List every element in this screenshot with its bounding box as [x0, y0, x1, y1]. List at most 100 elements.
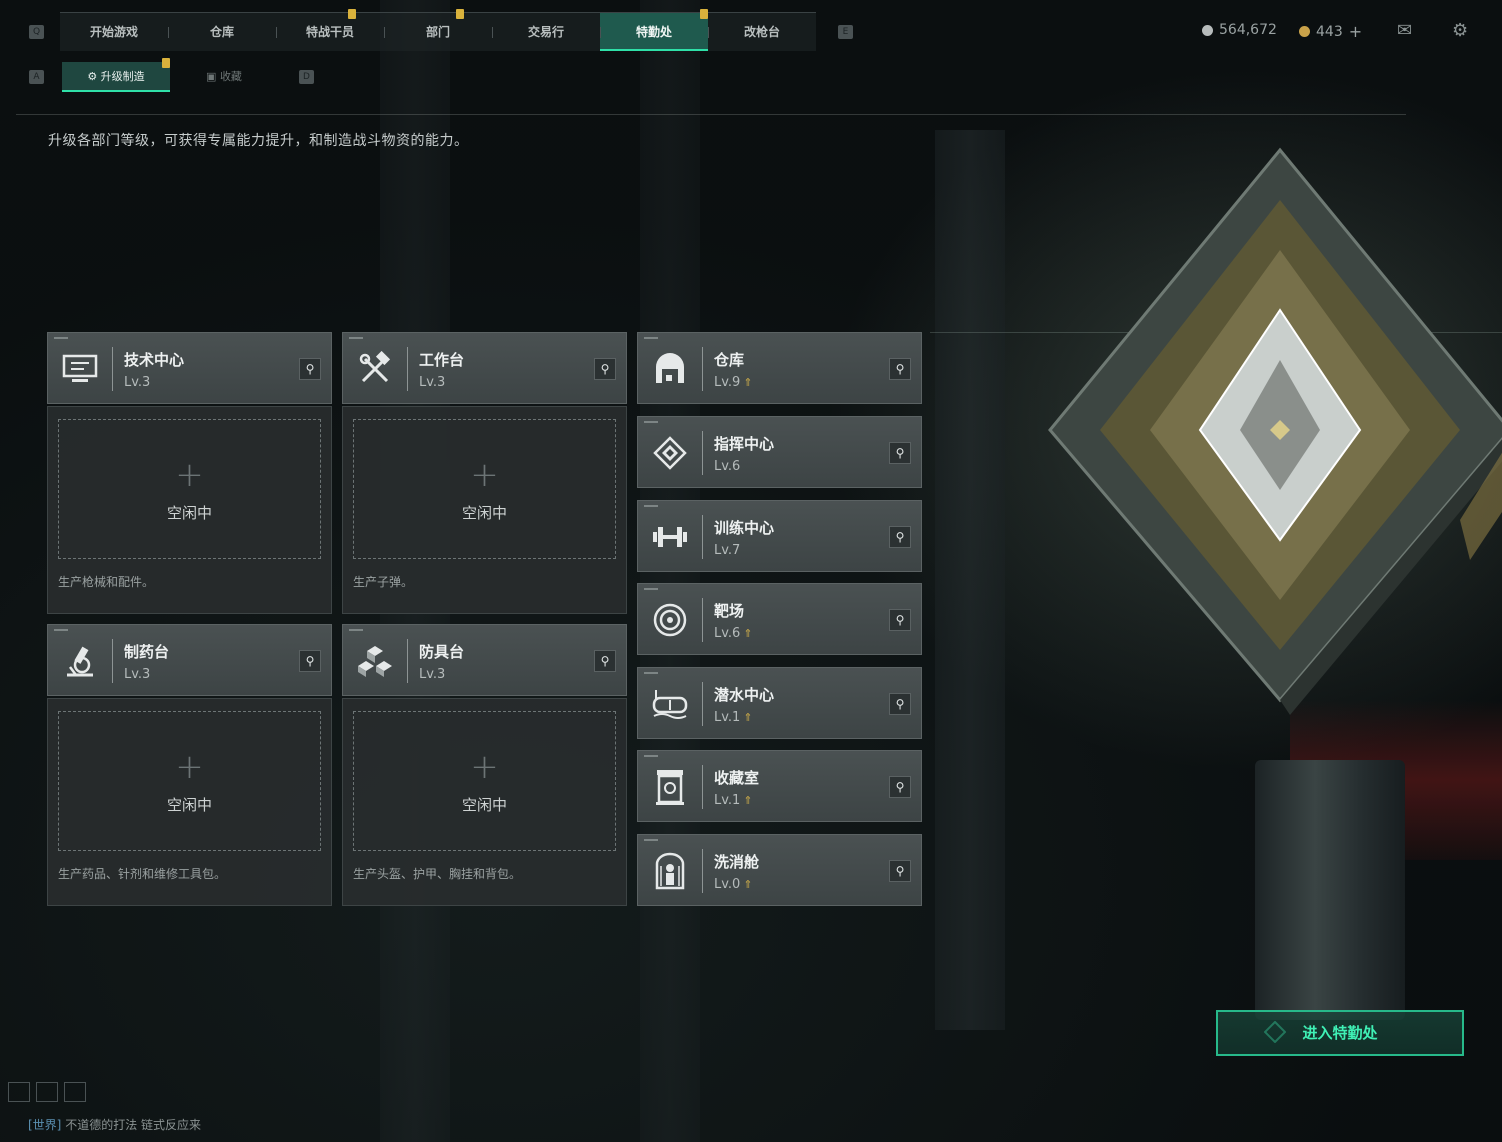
facility-card-warehouse[interactable]: 仓库 Lv.9 ⇑ ⚲	[637, 332, 922, 404]
plus-icon: +	[470, 747, 499, 787]
chat-line[interactable]: [世界] 不道德的打法 链式反应来	[28, 1116, 201, 1133]
silver-amount: 564,672	[1219, 22, 1277, 38]
gear-icon[interactable]: ⚙	[1452, 20, 1468, 41]
enter-special-service-button[interactable]: 进入特勤处	[1216, 1010, 1464, 1056]
crafting-card-tech-center[interactable]: 技术中心 Lv.3 ⚲	[47, 332, 332, 404]
search-icon[interactable]: ⚲	[889, 609, 911, 631]
facility-name: 工作台	[419, 351, 465, 369]
new-flag-icon	[700, 9, 708, 19]
facility-card-command-center[interactable]: 指挥中心 Lv.6 ⚲	[637, 416, 922, 488]
microscope-icon	[58, 639, 102, 683]
facility-card-diving-center[interactable]: 潜水中心 Lv.1 ⇑ ⚲	[637, 667, 922, 739]
new-flag-icon	[456, 9, 464, 19]
plus-icon: +	[175, 747, 204, 787]
chat-tool-icon[interactable]	[8, 1082, 30, 1102]
facility-name: 收藏室	[714, 769, 760, 787]
key-hint-d: D	[299, 70, 314, 84]
crafting-slot-panel: + 空闲中 生产头盔、护甲、胸挂和背包。	[342, 698, 627, 906]
command-chip-icon	[648, 431, 692, 475]
empty-craft-slot[interactable]: + 空闲中	[353, 711, 616, 851]
facility-level: Lv.3	[419, 667, 446, 682]
craft-gear-icon: ⚙	[87, 70, 101, 83]
facility-level: Lv.3	[419, 375, 446, 390]
facility-name: 技术中心	[124, 351, 185, 369]
search-icon[interactable]: ⚲	[594, 650, 616, 672]
search-icon[interactable]: ⚲	[889, 526, 911, 548]
upgrade-arrow-icon: ⇑	[743, 627, 753, 640]
tab-special-service[interactable]: 特勤处	[600, 9, 708, 51]
plus-icon: +	[470, 455, 499, 495]
sub-nav: ⚙ 升级制造 ▣ 收藏	[62, 58, 278, 92]
craft-description: 生产枪械和配件。	[58, 575, 155, 589]
facility-level: Lv.3	[124, 375, 151, 390]
idle-status: 空闲中	[166, 504, 212, 522]
diving-mask-icon	[648, 682, 692, 726]
facility-level: Lv.6 ⇑	[714, 626, 753, 641]
tab-trading[interactable]: 交易行	[492, 13, 600, 51]
subtab-upgrade-craft[interactable]: ⚙ 升级制造	[62, 58, 170, 92]
facility-level: Lv.1 ⇑	[714, 710, 753, 725]
facility-name: 洗消舱	[714, 853, 760, 871]
chat-tool-icon[interactable]	[36, 1082, 58, 1102]
empty-craft-slot[interactable]: + 空闲中	[58, 419, 321, 559]
facility-level: Lv.7	[714, 543, 741, 558]
decontamination-icon	[648, 849, 692, 893]
facility-card-training-center[interactable]: 训练中心 Lv.7 ⚲	[637, 500, 922, 572]
upgrade-arrow-icon: ⇑	[743, 711, 753, 724]
tab-start-game[interactable]: 开始游戏	[60, 13, 168, 51]
search-icon[interactable]: ⚲	[594, 358, 616, 380]
search-icon[interactable]: ⚲	[299, 650, 321, 672]
crafting-card-pharmacy[interactable]: 制药台 Lv.3 ⚲	[47, 624, 332, 696]
gold-amount: 443	[1316, 23, 1343, 40]
tab-departments[interactable]: 部门	[384, 9, 492, 51]
empty-craft-slot[interactable]: + 空闲中	[353, 419, 616, 559]
facility-level: Lv.9 ⇑	[714, 375, 753, 390]
chat-toolbar	[8, 1082, 86, 1102]
idle-status: 空闲中	[166, 796, 212, 814]
facility-name: 防具台	[419, 643, 465, 661]
craft-description: 生产子弹。	[353, 575, 414, 589]
key-hint-a: A	[29, 70, 44, 84]
key-hint-q: Q	[29, 25, 44, 39]
facility-name: 制药台	[124, 643, 170, 661]
facility-card-collection-room[interactable]: 收藏室 Lv.1 ⇑ ⚲	[637, 750, 922, 822]
crafting-card-workbench[interactable]: 工作台 Lv.3 ⚲	[342, 332, 627, 404]
facility-level: Lv.0 ⇑	[714, 877, 753, 892]
crafting-card-armor-bench[interactable]: 防具台 Lv.3 ⚲	[342, 624, 627, 696]
tab-warehouse[interactable]: 仓库	[168, 13, 276, 51]
facility-level: Lv.3	[124, 667, 151, 682]
tab-operators[interactable]: 特战干员	[276, 9, 384, 51]
computer-icon	[58, 347, 102, 391]
chat-tool-icon[interactable]	[64, 1082, 86, 1102]
facility-card-decontamination[interactable]: 洗消舱 Lv.0 ⇑ ⚲	[637, 834, 922, 906]
facility-name: 训练中心	[714, 519, 775, 537]
search-icon[interactable]: ⚲	[299, 358, 321, 380]
search-icon[interactable]: ⚲	[889, 693, 911, 715]
mail-icon[interactable]: ✉	[1397, 20, 1412, 41]
chat-message: 不道德的打法 链式反应来	[65, 1118, 202, 1132]
upgrade-arrow-icon: ⇑	[743, 878, 753, 891]
search-icon[interactable]: ⚲	[889, 442, 911, 464]
crafting-slot-panel: + 空闲中 生产枪械和配件。	[47, 406, 332, 614]
upgrade-arrow-icon: ⇑	[743, 376, 753, 389]
search-icon[interactable]: ⚲	[889, 358, 911, 380]
page-description: 升级各部门等级，可获得专属能力提升，和制造战斗物资的能力。	[48, 133, 469, 149]
facility-name: 靶场	[714, 602, 745, 620]
subtab-collection[interactable]: ▣ 收藏	[170, 62, 278, 92]
upgrade-arrow-icon: ⇑	[743, 794, 753, 807]
tab-gunsmith[interactable]: 改枪台	[708, 13, 816, 51]
display-case-icon	[648, 765, 692, 809]
search-icon[interactable]: ⚲	[889, 860, 911, 882]
gold-currency: 443 +	[1299, 22, 1362, 41]
new-flag-icon	[348, 9, 356, 19]
facility-card-shooting-range[interactable]: 靶场 Lv.6 ⇑ ⚲	[637, 583, 922, 655]
collection-icon: ▣	[206, 70, 220, 83]
silver-currency: 564,672	[1202, 22, 1277, 38]
facility-level: Lv.1 ⇑	[714, 793, 753, 808]
new-flag-icon	[162, 58, 170, 68]
search-icon[interactable]: ⚲	[889, 776, 911, 798]
empty-craft-slot[interactable]: + 空闲中	[58, 711, 321, 851]
diamond-icon	[1264, 1021, 1286, 1043]
add-currency-button[interactable]: +	[1349, 22, 1362, 41]
idle-status: 空闲中	[461, 796, 507, 814]
